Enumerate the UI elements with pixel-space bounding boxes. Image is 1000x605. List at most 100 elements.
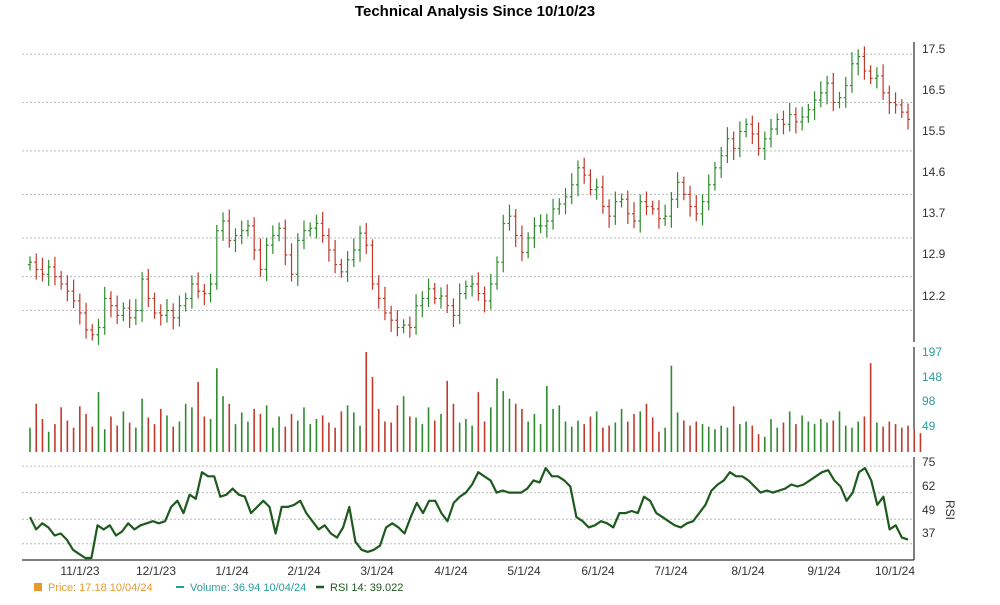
price-bar	[432, 282, 437, 305]
x-tick: 6/1/24	[581, 564, 615, 578]
price-bar	[301, 220, 306, 250]
price-tick: 14.6	[922, 165, 946, 179]
chart-root: Technical Analysis Since 10/10/23 17.5 1…	[0, 0, 1000, 600]
price-bar	[532, 217, 537, 249]
price-bar	[376, 275, 381, 309]
price-bar	[762, 131, 767, 161]
price-bar	[389, 305, 394, 332]
price-bar	[445, 284, 450, 313]
price-bar	[837, 91, 842, 109]
price-bar	[700, 194, 705, 226]
price-bar	[575, 160, 580, 197]
price-bar	[171, 303, 176, 330]
price-bar	[712, 162, 717, 191]
price-bar	[164, 298, 169, 323]
price-bar	[669, 192, 674, 228]
price-bar	[706, 174, 711, 211]
x-tick: 2/1/24	[287, 564, 321, 578]
legend-rsi: RSI 14: 39.022	[330, 582, 403, 594]
price-tick: 12.9	[922, 247, 946, 261]
price-bar	[233, 228, 238, 252]
price-bar	[208, 273, 213, 303]
price-bar	[314, 214, 319, 239]
x-tick: 12/1/23	[136, 564, 176, 578]
price-bar	[656, 200, 661, 229]
price-bar	[812, 91, 817, 120]
rsi-axis-label: RSI	[943, 500, 957, 520]
price-bar	[569, 173, 574, 205]
price-bar	[781, 110, 786, 135]
price-bar	[831, 72, 836, 112]
price-bar	[800, 106, 805, 131]
price-bar	[339, 258, 344, 278]
price-bar	[594, 178, 599, 200]
price-bar	[887, 85, 892, 115]
price-bar	[28, 256, 32, 271]
x-tick: 8/1/24	[731, 564, 765, 578]
price-bar	[345, 251, 350, 282]
price-bar	[264, 237, 269, 282]
price-bar	[737, 121, 742, 158]
price-bar	[115, 295, 120, 325]
price-bar	[245, 220, 250, 237]
price-bar	[438, 287, 443, 309]
price-bar	[632, 202, 637, 229]
legend-volume: Volume: 36.94 10/04/24	[190, 582, 306, 594]
price-bar	[874, 67, 879, 89]
price-bar	[825, 75, 830, 105]
x-tick: 11/1/23	[60, 564, 99, 578]
price-bar	[395, 310, 400, 337]
price-bar	[401, 319, 406, 334]
price-bar	[46, 259, 51, 286]
price-bar	[663, 204, 668, 226]
chart-title: Technical Analysis Since 10/10/23	[355, 3, 595, 20]
price-bar	[59, 270, 64, 290]
price-bar	[818, 81, 823, 108]
x-tick: 10/1/24	[875, 564, 915, 578]
price-bar	[407, 316, 412, 338]
price-bar	[731, 131, 736, 161]
price-tick: 13.7	[922, 206, 946, 220]
price-bar	[744, 118, 749, 138]
price-bar	[358, 225, 363, 262]
volume-tick: 98	[922, 394, 936, 408]
price-bar	[108, 291, 113, 318]
legend-price: Price: 17.18 10/04/24	[48, 582, 153, 594]
price-bar	[382, 286, 387, 321]
price-bar	[688, 185, 693, 217]
price-bar	[239, 220, 244, 245]
price-bar	[538, 214, 543, 234]
price-bar	[326, 228, 331, 262]
price-bar	[457, 283, 462, 325]
price-bar	[899, 99, 904, 118]
price-bar	[638, 194, 643, 233]
price-bar	[127, 299, 132, 328]
price-bar	[513, 208, 518, 248]
price-bar	[414, 294, 419, 335]
price-bar	[65, 275, 70, 302]
x-tick: 7/1/24	[654, 564, 688, 578]
chart-svg: Technical Analysis Since 10/10/23 17.5 1…	[22, 3, 957, 594]
price-bar	[906, 103, 910, 130]
price-bar	[725, 127, 730, 163]
rsi-tick: 49	[922, 503, 936, 517]
x-tick: 9/1/24	[807, 564, 841, 578]
price-bar	[681, 176, 686, 201]
price-bar	[650, 200, 655, 215]
price-bar	[158, 304, 163, 326]
price-bar	[34, 253, 39, 280]
price-bar	[607, 199, 612, 228]
price-bar	[221, 212, 226, 241]
rsi-line	[29, 467, 909, 560]
price-bar	[463, 280, 468, 300]
price-bar	[544, 213, 549, 238]
price-bar	[644, 191, 649, 216]
price-bar	[519, 225, 524, 262]
price-bar	[694, 194, 699, 222]
price-bar	[252, 217, 257, 261]
price-bar	[40, 257, 45, 282]
rsi-tick: 75	[922, 455, 936, 469]
rsi-tick: 37	[922, 526, 936, 540]
price-bar	[849, 52, 854, 93]
price-tick: 12.2	[922, 289, 946, 303]
